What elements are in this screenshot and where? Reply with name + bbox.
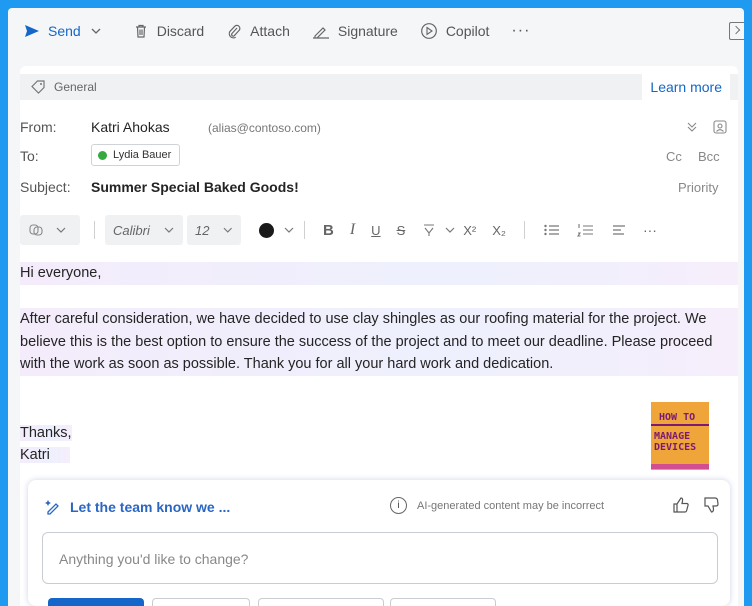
subject-label: Subject: (20, 179, 71, 195)
thumbs-up-icon[interactable] (672, 496, 690, 514)
toolbar-divider (94, 221, 95, 239)
discard-label: Discard (156, 23, 205, 39)
ai-disclaimer: i AI-generated content may be incorrect (390, 497, 604, 514)
font-family-value: Calibri (113, 222, 150, 238)
styles-dropdown[interactable] (20, 215, 80, 245)
bcc-button[interactable]: Bcc (698, 149, 720, 164)
chevron-down-icon[interactable] (445, 225, 455, 235)
more-format-options-icon[interactable]: ··· (643, 222, 657, 238)
double-chevron-down-icon[interactable] (686, 121, 698, 133)
toolbar-divider (304, 221, 305, 239)
copilot-draft-panel: Let the team know we ... i AI-generated … (28, 480, 730, 606)
subscript-icon[interactable]: X₂ (492, 223, 506, 238)
send-icon (25, 25, 39, 37)
command-bar: Send Discard Attach Signature Copilot ··… (8, 8, 744, 54)
font-family-dropdown[interactable]: Calibri (105, 215, 183, 245)
copilot-label: Copilot (445, 23, 490, 39)
highlighter-icon[interactable] (421, 222, 437, 238)
signoff-text: Katri (20, 447, 70, 463)
font-color-button[interactable] (259, 222, 274, 238)
sensitivity-label: General (54, 80, 97, 94)
tag-icon (31, 80, 45, 94)
copilot-button[interactable]: Copilot (414, 16, 496, 46)
signoff-line: Katri (20, 444, 732, 467)
ai-disclaimer-text: AI-generated content may be incorrect (417, 499, 605, 512)
thumbs-down-icon[interactable] (702, 496, 720, 514)
copilot-panel-title-text: Let the team know we ... (70, 499, 231, 515)
font-size-dropdown[interactable]: 12 (187, 215, 241, 245)
from-name[interactable]: Katri Ahokas (91, 119, 170, 135)
signature-pen-icon (312, 27, 329, 39)
chevron-down-icon (224, 227, 233, 233)
underline-icon[interactable]: U (371, 223, 380, 238)
strikethrough-icon[interactable]: S (397, 223, 406, 238)
copilot-icon (420, 23, 437, 39)
from-label: From: (20, 119, 57, 135)
to-label: To: (20, 148, 39, 164)
chevron-down-icon (56, 227, 66, 233)
numbered-list-icon[interactable] (576, 222, 595, 238)
send-button[interactable]: Send (18, 16, 87, 46)
paperclip-icon (228, 24, 241, 39)
learn-more-link[interactable]: Learn more (642, 74, 730, 100)
compose-card: General Learn more From: Katri Ahokas (a… (20, 66, 738, 606)
send-label: Send (48, 23, 81, 39)
info-icon[interactable]: i (390, 497, 407, 514)
copilot-pen-sparkle-icon (45, 500, 59, 515)
signature-label: Signature (337, 23, 398, 39)
formatting-toolbar: Calibri 12 B I U S X² X₂ ··· (20, 212, 738, 248)
greeting-line: Hi everyone, (20, 262, 738, 285)
sensitivity-bar[interactable]: General Learn more (20, 74, 738, 100)
body-paragraph: After careful consideration, we have dec… (20, 308, 738, 376)
compose-window: Send Discard Attach Signature Copilot ··… (8, 8, 744, 606)
pop-out-icon[interactable] (729, 22, 744, 40)
recipient-chip[interactable]: Lydia Bauer (91, 144, 181, 166)
align-left-icon[interactable] (611, 222, 627, 238)
thanks-text: Thanks, (20, 425, 72, 441)
from-alias: (alias@contoso.com) (208, 121, 321, 135)
copilot-panel-title: Let the team know we ... (44, 498, 230, 516)
chevron-down-icon[interactable] (284, 225, 294, 235)
presence-available-icon (98, 150, 107, 160)
regenerate-button[interactable] (258, 598, 384, 606)
cc-button[interactable]: Cc (666, 149, 682, 164)
discard-draft-button[interactable] (152, 598, 250, 606)
adjust-tone-button[interactable] (390, 598, 496, 606)
keep-it-button[interactable] (48, 598, 144, 606)
contact-card-icon[interactable] (712, 119, 728, 135)
font-size-value: 12 (195, 222, 210, 238)
more-options-button[interactable]: ··· (505, 16, 536, 46)
how-to-manage-devices-logo: HOW TO MANAGE DEVICES (651, 402, 709, 470)
priority-button[interactable]: Priority (678, 180, 718, 195)
subject-input[interactable]: Summer Special Baked Goods! (91, 179, 299, 195)
recipient-name: Lydia Bauer (113, 149, 172, 161)
chevron-down-icon (164, 227, 174, 233)
italic-icon[interactable]: I (350, 221, 355, 239)
logo-line1: HOW TO (659, 412, 696, 423)
attach-button[interactable]: Attach (220, 16, 296, 46)
thanks-line: Thanks, (20, 422, 732, 445)
send-options-chevron-icon[interactable] (87, 16, 113, 46)
format-painter-icon (29, 224, 43, 236)
bold-icon[interactable]: B (323, 222, 334, 239)
superscript-icon[interactable]: X² (463, 223, 476, 238)
bullet-list-icon[interactable] (543, 222, 561, 238)
signature-button[interactable]: Signature (306, 16, 404, 46)
trash-icon (135, 24, 146, 38)
logo-line2: MANAGE DEVICES (654, 431, 697, 453)
toolbar-divider (523, 221, 525, 239)
copilot-refine-input[interactable]: Anything you'd like to change? (42, 532, 718, 584)
discard-button[interactable]: Discard (127, 16, 210, 46)
attach-label: Attach (250, 23, 290, 39)
